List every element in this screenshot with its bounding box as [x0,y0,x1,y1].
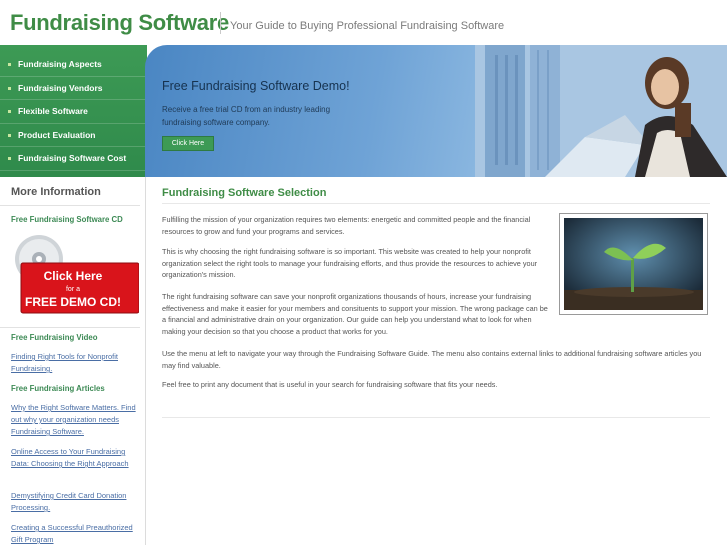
intro-paragraph: Fulfilling the mission of your organizat… [162,215,531,236]
nav-item-label: Fundraising Aspects [18,59,102,69]
promo-for-a-text: for a [66,286,80,293]
more-information-heading: More Information [11,186,101,198]
free-articles-heading[interactable]: Free Fundraising Articles [11,384,105,393]
free-demo-cd-promo[interactable]: Click Here for a FREE DEMO CD! [11,235,139,315]
hero-text: Receive a free trial CD from an industry… [162,105,331,127]
site-title[interactable]: Fundraising Software [10,10,229,36]
nav-item-fundraising-vendors[interactable]: Fundraising Vendors [0,77,147,100]
nav-item-product-evaluation[interactable]: Product Evaluation [0,124,147,147]
header-divider [220,12,221,34]
site-tagline: Your Guide to Buying Professional Fundra… [230,20,505,32]
sprout-photo-frame [559,213,708,315]
sidebar: More Information Free Fundraising Softwa… [0,177,146,545]
nav-top-spacer [0,45,147,53]
site-header: Fundraising Software Your Guide to Buyin… [0,0,727,45]
nav-item-flexible-software[interactable]: Flexible Software [0,100,147,124]
content-bottom-divider [162,417,710,418]
paragraph-why-choosing: This is why choosing the right fundraisi… [162,247,538,279]
nav-item-fundraising-aspects[interactable]: Fundraising Aspects [0,53,147,77]
nav-item-fundraising-software-cost[interactable]: Fundraising Software Cost [0,147,147,171]
bullet-icon [8,110,11,113]
banner-row: Fundraising Aspects Fundraising Vendors … [0,45,727,177]
title-divider [162,203,710,204]
article-link-preauthorized-gift[interactable]: Creating a Successful Preauthorized Gift… [11,522,139,546]
hero-click-here-button[interactable]: Click Here [162,136,214,151]
main-content: Fundraising Software Selection Fulfillin… [147,177,727,545]
hero-banner: Free Fundraising Software Demo! Receive … [145,45,727,177]
bullet-icon [8,133,11,137]
page-title: Fundraising Software Selection [162,187,327,199]
bullet-icon [8,157,11,160]
nav-item-label: Fundraising Software Cost [18,153,127,163]
promo-click-here-text: Click Here [44,269,103,283]
free-cd-link[interactable]: Free Fundraising Software CD [11,215,123,224]
sprout-photo [564,218,703,310]
paragraph-use-menu: Use the menu at left to navigate your wa… [162,349,702,370]
sidebar-divider [0,205,140,206]
paragraph-right-software: The right fundraising software can save … [162,292,548,336]
video-link-finding-tools[interactable]: Finding Right Tools for Nonprofit Fundra… [11,351,139,375]
main-nav: Fundraising Aspects Fundraising Vendors … [0,45,147,177]
bullet-icon [8,63,11,66]
article-link-why-right-software[interactable]: Why the Right Software Matters. Find out… [11,402,139,438]
nav-item-label: Fundraising Vendors [18,82,103,93]
article-link-credit-card[interactable]: Demystifying Credit Card Donation Proces… [11,490,139,514]
bullet-icon [8,86,11,90]
free-video-link[interactable]: Free Fundraising Video [11,333,98,342]
hero-woman-laptop-image [475,45,727,177]
nav-item-label: Flexible Software [18,106,88,116]
paragraph-print: Feel free to print any document that is … [162,380,498,389]
promo-free-demo-text: FREE DEMO CD! [25,295,121,309]
article-link-online-access[interactable]: Online Access to Your Fundraising Data: … [11,446,139,470]
nav-item-label: Product Evaluation [18,129,96,140]
sprout-icon [564,218,703,310]
hero-title: Free Fundraising Software Demo! [162,79,350,93]
sidebar-divider [0,327,140,328]
